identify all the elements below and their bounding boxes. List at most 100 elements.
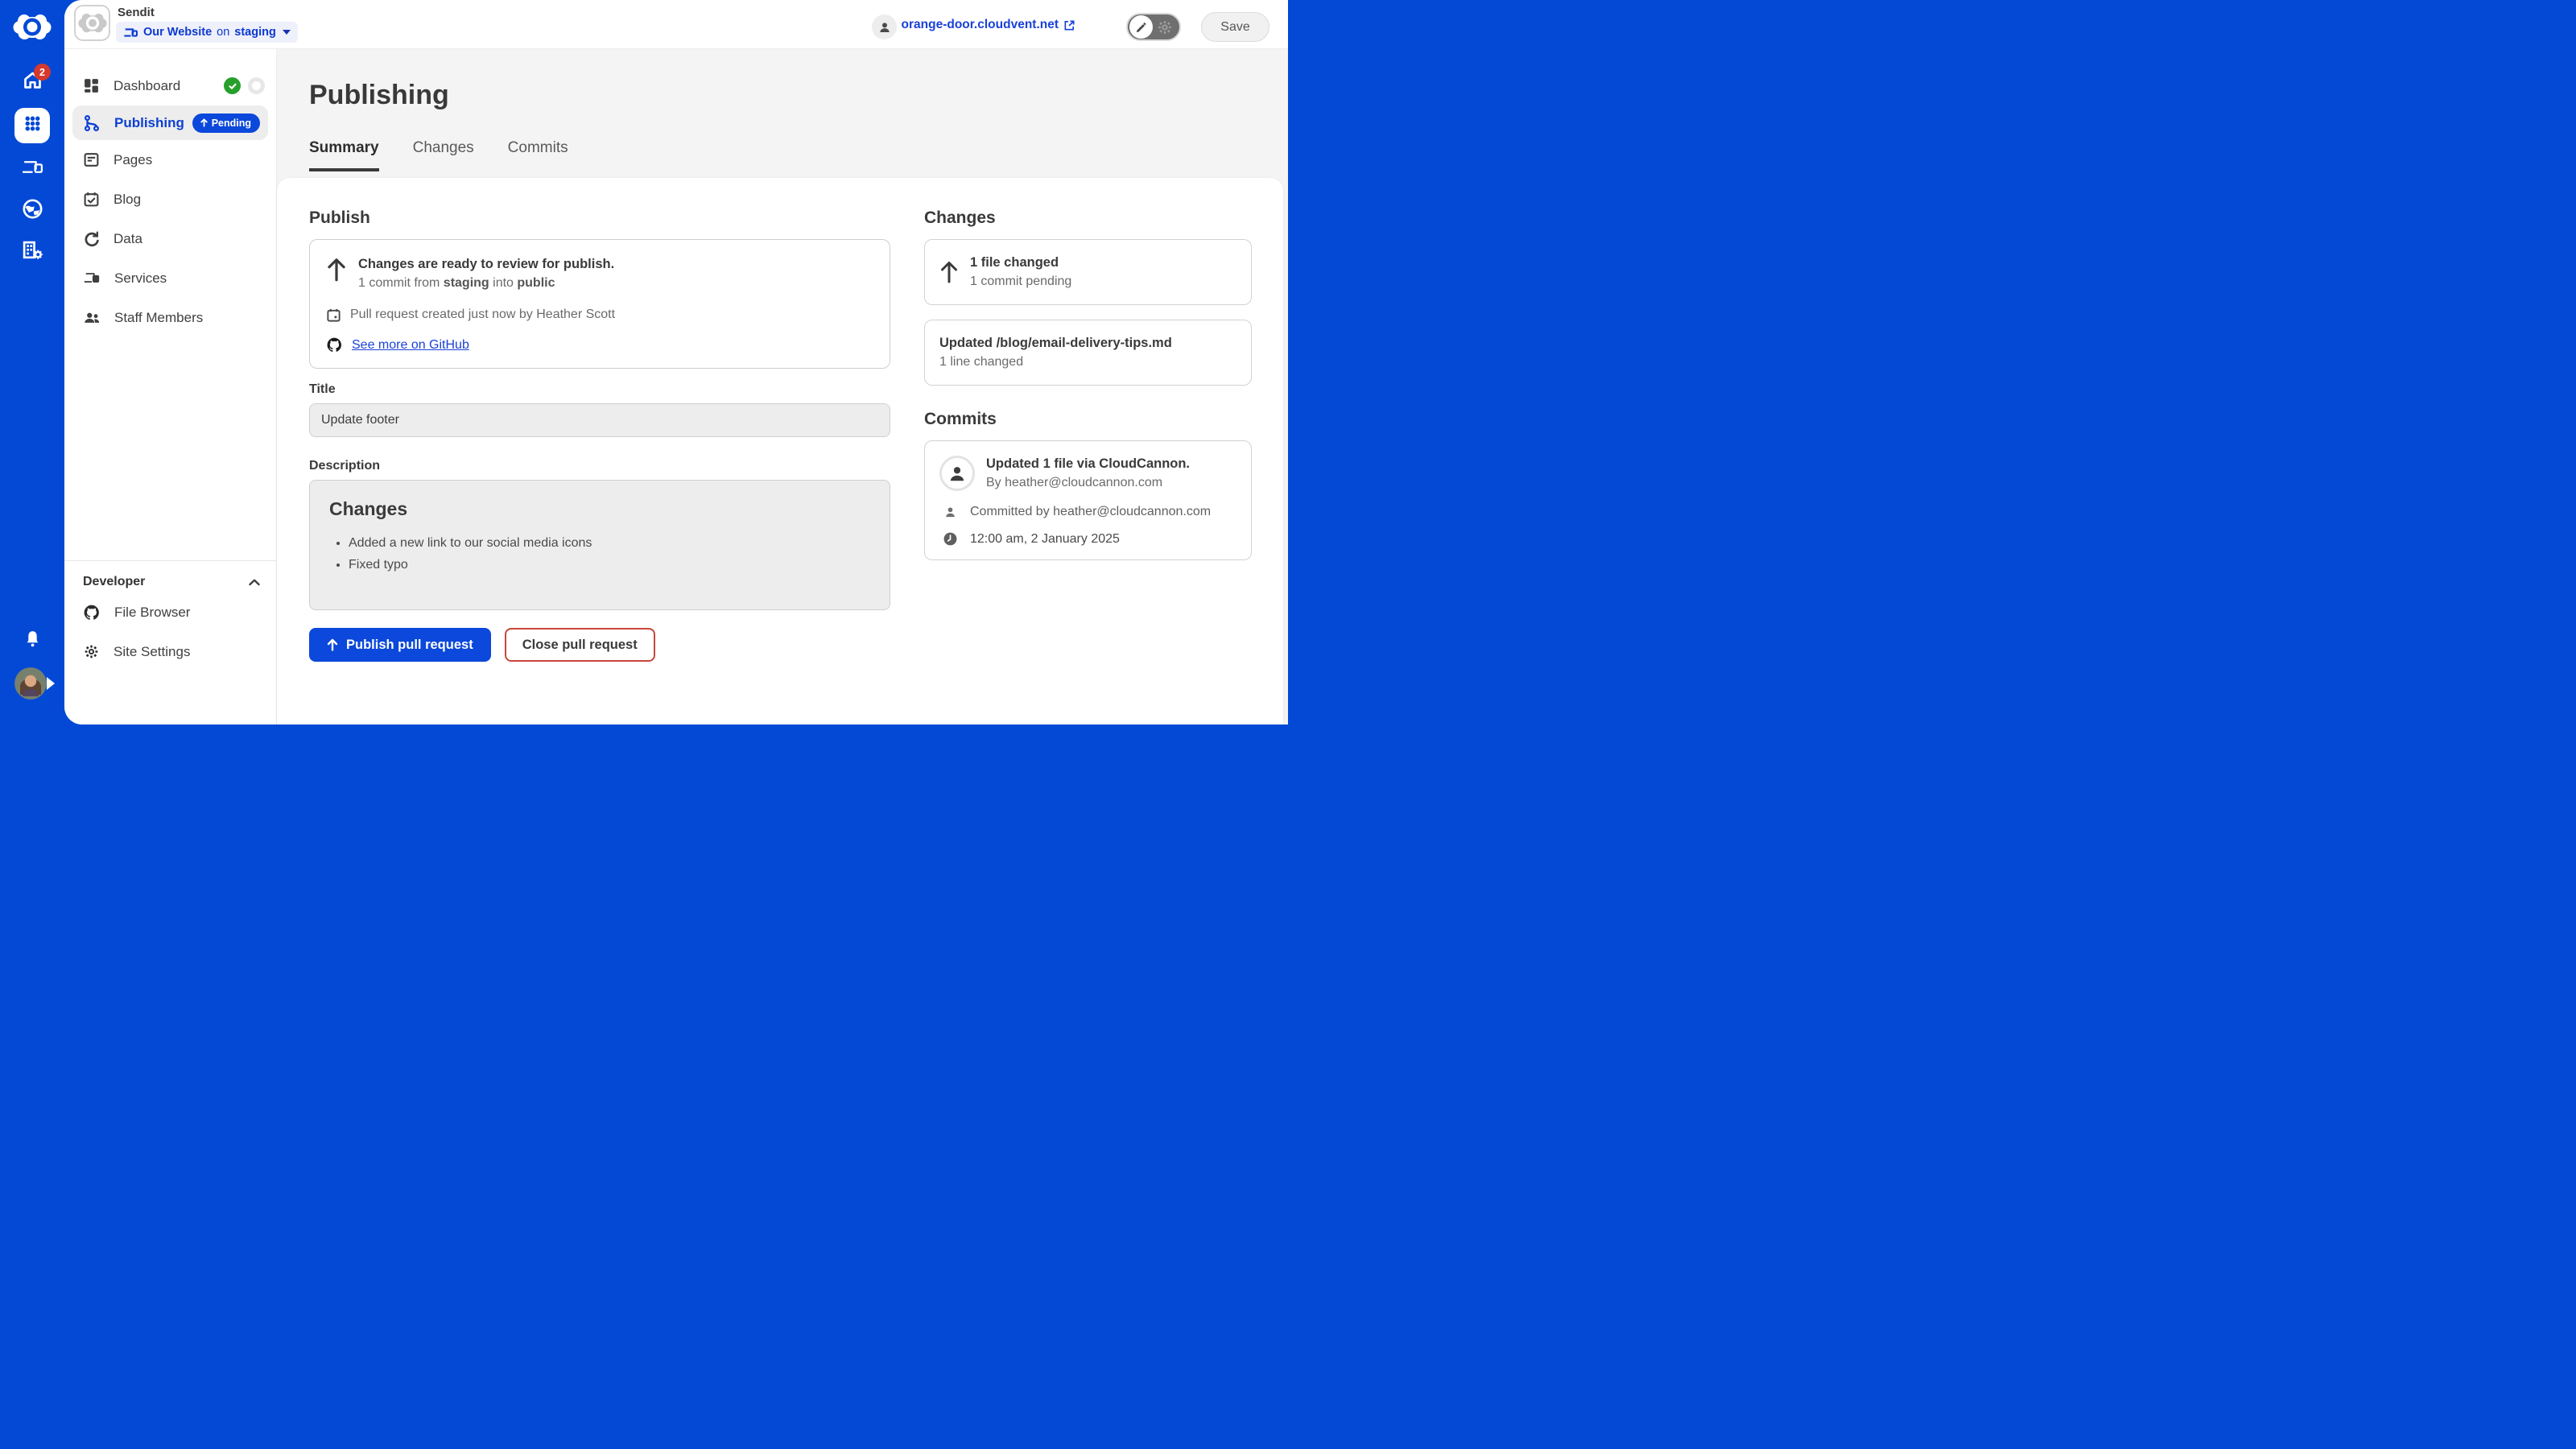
- sidebar-item-label: File Browser: [114, 605, 265, 621]
- save-button[interactable]: Save: [1201, 12, 1269, 42]
- changed-file-card[interactable]: Updated /blog/email-delivery-tips.md 1 l…: [924, 320, 1252, 386]
- changed-file-title: Updated /blog/email-delivery-tips.md: [939, 333, 1236, 353]
- app-screen: 2: [0, 0, 1288, 724]
- publish-status-card: Changes are ready to review for publish.…: [309, 239, 890, 369]
- publish-column: Publish Changes are ready to review for …: [309, 208, 890, 724]
- bell-icon: [23, 629, 43, 653]
- title-field-label: Title: [309, 382, 890, 397]
- changes-summary-card: 1 file changed 1 commit pending: [924, 239, 1252, 305]
- see-more-on-github-link[interactable]: See more on GitHub: [352, 338, 469, 353]
- cloudcannon-logo-icon[interactable]: [13, 10, 52, 46]
- branch-from: staging: [444, 276, 489, 290]
- github-icon: [83, 604, 101, 621]
- globe-icon: [22, 198, 43, 224]
- sidebar: Dashboard Publishing Pending: [64, 49, 277, 724]
- rail-domains-button[interactable]: [14, 193, 50, 229]
- tab-commits[interactable]: Commits: [508, 139, 568, 171]
- org-settings-icon: [21, 240, 44, 266]
- sidebar-item-label: Staff Members: [114, 310, 265, 326]
- main-area: Publishing Summary Changes Commits Publi…: [277, 49, 1288, 724]
- summary-panel: Publish Changes are ready to review for …: [277, 178, 1283, 724]
- dashboard-complete-check-icon[interactable]: [224, 77, 241, 94]
- commit-committed-by: Committed by heather@cloudcannon.com: [970, 505, 1211, 519]
- publish-status-title: Changes are ready to review for publish.: [358, 254, 614, 274]
- sidebar-item-dashboard[interactable]: Dashboard: [64, 66, 276, 105]
- breadcrumb-on: on: [217, 26, 229, 39]
- live-site-link[interactable]: orange-door.cloudvent.net: [902, 18, 1075, 32]
- publish-pull-request-button[interactable]: Publish pull request: [309, 628, 491, 662]
- description-bullet: Added a new link to our social media ico…: [349, 536, 870, 551]
- description-heading: Changes: [329, 498, 870, 520]
- pr-title-input[interactable]: [309, 403, 890, 437]
- sidebar-item-staff-members[interactable]: Staff Members: [64, 298, 276, 337]
- arrow-up-icon: [326, 257, 347, 293]
- tab-changes[interactable]: Changes: [413, 139, 474, 171]
- sidebar-item-publishing[interactable]: Publishing Pending: [72, 105, 268, 140]
- git-branch-icon: [83, 114, 101, 132]
- pr-actions: Publish pull request Close pull request: [309, 628, 890, 662]
- publish-status-subtitle: 1 commit from staging into public: [358, 274, 614, 293]
- sidebar-item-label: Site Settings: [114, 644, 265, 660]
- services-devices-icon: [83, 270, 101, 286]
- commit-committer-row: Committed by heather@cloudcannon.com: [939, 505, 1236, 519]
- edit-mode-thumb[interactable]: [1129, 15, 1153, 39]
- sidebar-item-label: Blog: [114, 192, 265, 208]
- committer-avatar: [939, 456, 975, 491]
- publish-pr-label: Publish pull request: [346, 638, 473, 653]
- person-icon: [939, 506, 960, 519]
- sidebar-item-label: Pages: [114, 152, 265, 168]
- site-logo-icon: [74, 5, 110, 41]
- close-pr-label: Close pull request: [522, 638, 638, 652]
- sidebar-item-pages[interactable]: Pages: [64, 140, 276, 180]
- calendar-check-icon: [83, 191, 100, 208]
- people-icon: [83, 310, 101, 325]
- user-avatar[interactable]: [14, 667, 47, 700]
- save-label: Save: [1220, 20, 1249, 35]
- breadcrumb-site: Our Website: [143, 26, 212, 39]
- branch-to: public: [517, 276, 555, 290]
- close-pull-request-button[interactable]: Close pull request: [505, 628, 655, 662]
- account-avatar[interactable]: [872, 14, 897, 39]
- chevron-down-icon: [283, 30, 291, 35]
- profile-expand-arrow-icon[interactable]: [47, 677, 55, 690]
- breadcrumb-branch: staging: [234, 26, 276, 39]
- notifications-count-badge: 2: [34, 64, 51, 80]
- site-branch-selector[interactable]: Our Website on staging: [116, 22, 298, 43]
- sidebar-item-label: Publishing: [114, 115, 192, 131]
- sidebar-item-site-settings[interactable]: Site Settings: [64, 632, 276, 671]
- pr-description-editor[interactable]: Changes Added a new link to our social m…: [309, 480, 890, 610]
- dashboard-toggle-off-icon[interactable]: [248, 77, 265, 94]
- site-name: Sendit: [118, 6, 155, 19]
- changes-column: Changes 1 file changed 1 commit pending: [924, 208, 1252, 724]
- devices-icon: [123, 26, 138, 39]
- settings-mode-gear-icon[interactable]: [1156, 19, 1174, 36]
- github-icon: [326, 336, 343, 353]
- description-bullet-list: Added a new link to our social media ico…: [329, 536, 870, 572]
- sidebar-section-developer[interactable]: Developer: [64, 561, 276, 592]
- dashboard-icon: [83, 77, 100, 94]
- pencil-icon: [1135, 21, 1148, 34]
- clock-icon: [939, 531, 960, 547]
- arrow-up-icon: [327, 638, 338, 651]
- tab-summary[interactable]: Summary: [309, 139, 379, 171]
- sidebar-item-data[interactable]: Data: [64, 219, 276, 258]
- sidebar-item-label: Dashboard: [114, 78, 224, 94]
- sync-icon: [83, 230, 100, 247]
- files-changed-title: 1 file changed: [970, 253, 1071, 272]
- rail-sites-button[interactable]: [14, 151, 50, 187]
- app-sheet: Sendit Our Website on staging orange-doo…: [64, 0, 1288, 724]
- pending-badge-label: Pending: [212, 118, 251, 129]
- changed-file-subtitle: 1 line changed: [939, 353, 1236, 372]
- rail-apps-button[interactable]: [14, 108, 50, 143]
- chevron-up-icon: [249, 579, 260, 586]
- sidebar-item-blog[interactable]: Blog: [64, 180, 276, 219]
- rail-notifications-button[interactable]: [14, 623, 50, 658]
- sidebar-item-file-browser[interactable]: File Browser: [64, 592, 276, 632]
- edit-settings-mode-toggle[interactable]: [1126, 13, 1181, 41]
- tabs: Summary Changes Commits: [309, 139, 568, 171]
- pr-created-line: Pull request created just now by Heather…: [350, 305, 615, 324]
- description-field-label: Description: [309, 459, 890, 473]
- sidebar-item-services[interactable]: Services: [64, 258, 276, 298]
- sidebar-item-label: Services: [114, 270, 265, 287]
- rail-organization-button[interactable]: [14, 235, 50, 270]
